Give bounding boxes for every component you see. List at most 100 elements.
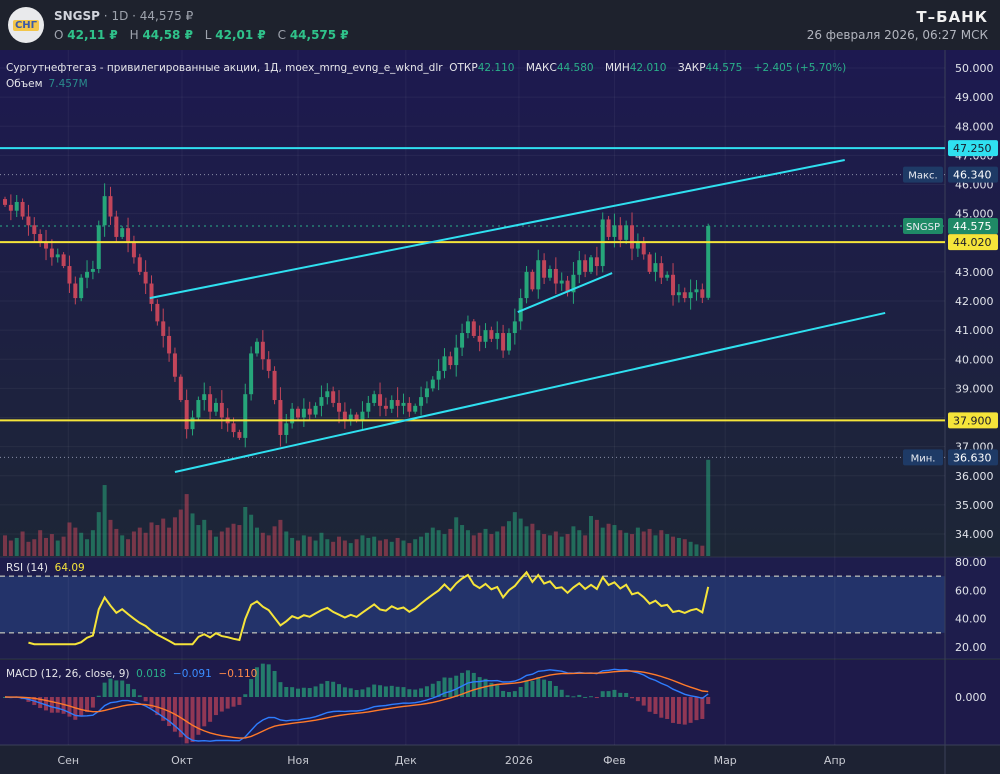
series-legend: Сургутнефтегаз - привилегированные акции… (6, 62, 854, 74)
candle-body (594, 257, 599, 267)
macd-histogram-bar (290, 687, 295, 697)
level-price-label: 47.250 (953, 142, 992, 155)
volume-bar (14, 537, 19, 556)
macd-histogram-bar (319, 683, 324, 697)
volume-bar (682, 539, 687, 556)
max-marker-value: 46.340 (953, 169, 992, 182)
volume-bar (378, 540, 383, 556)
volume-bar (149, 522, 154, 556)
chart-header: СНГ SNGSP · 1D · 44,575 ₽ O 42,11 ₽ H 44… (0, 0, 1000, 50)
interval[interactable]: 1D (111, 9, 128, 23)
macd-histogram-bar (524, 680, 529, 697)
volume-bar (407, 543, 412, 556)
macd-histogram-bar (79, 697, 84, 717)
volume-bar (366, 537, 371, 556)
volume-bar (360, 535, 365, 556)
volume-bar (559, 536, 564, 556)
candle-body (120, 228, 125, 237)
candle-body (161, 321, 166, 336)
candle-body (131, 242, 136, 258)
candle-body (460, 333, 465, 348)
candle-body (378, 394, 383, 406)
ticker-symbol[interactable]: SNGSP (54, 9, 100, 23)
candle-body (208, 394, 213, 412)
macd-histogram-bar (659, 697, 664, 718)
candle-body (442, 356, 447, 371)
candle-body (530, 271, 535, 290)
candle-body (307, 408, 312, 415)
macd-histogram-bar (249, 679, 254, 697)
candle-body (3, 199, 7, 205)
macd-histogram-bar (624, 692, 629, 697)
candle-body (67, 266, 72, 284)
candle-body (126, 228, 131, 243)
volume-bar (114, 528, 119, 556)
volume-bar (565, 534, 570, 556)
candle-body (383, 405, 388, 409)
volume-bar (301, 535, 306, 556)
volume-bar (313, 540, 318, 556)
volume-bar (694, 544, 699, 556)
macd-histogram-bar (630, 697, 635, 699)
candle-body (372, 394, 377, 403)
candle-body (143, 271, 148, 284)
macd-histogram-bar (325, 681, 330, 697)
macd-histogram-bar (665, 697, 670, 719)
macd-histogram-bar (190, 697, 195, 742)
volume-bar (307, 536, 312, 556)
volume-bar (172, 517, 177, 556)
macd-histogram-bar (120, 680, 125, 697)
level-price-label: 37.900 (953, 414, 992, 427)
volume-bar (85, 539, 90, 556)
ticker-line: SNGSP · 1D · 44,575 ₽ (54, 9, 194, 23)
macd-histogram-bar (577, 694, 582, 697)
macd-histogram-bar (682, 697, 687, 725)
volume-bar (536, 530, 541, 556)
price-tick-label: 41.000 (955, 324, 994, 337)
volume-bar (577, 530, 582, 556)
volume-bar (8, 540, 13, 556)
candle-body (395, 400, 400, 406)
candle-body (114, 216, 119, 237)
macd-legend: MACD (12, 26, close, 9) 0.018 −0.091 −0.… (6, 668, 257, 680)
macd-histogram-bar (430, 683, 435, 697)
candle-body (20, 201, 25, 217)
candle-body (8, 204, 13, 211)
candle-body (606, 219, 611, 237)
volume-bar (665, 534, 670, 556)
price-tick-label: 48.000 (955, 120, 994, 133)
volume-bar (524, 526, 529, 556)
volume-bar (225, 527, 230, 556)
macd-histogram-bar (501, 690, 506, 697)
volume-bar (436, 530, 441, 556)
min-marker-value: 36.630 (953, 451, 992, 464)
volume-bar (196, 525, 201, 556)
macd-histogram-bar (635, 697, 640, 702)
macd-histogram-bar (137, 695, 142, 697)
candle-body (524, 271, 529, 299)
macd-value: −0.091 (172, 668, 212, 680)
candle-body (137, 257, 142, 272)
volume-bar (460, 525, 465, 556)
candle-body (583, 260, 588, 272)
macd-histogram-bar (213, 697, 218, 716)
ohlc-readout: O 42,11 ₽ H 44,58 ₽ L 42,01 ₽ C 44,575 ₽ (54, 28, 357, 42)
price-chart[interactable]: 50.00049.00048.00047.00046.00045.00044.0… (0, 0, 1000, 774)
macd-histogram-bar (553, 685, 558, 697)
volume-bar (79, 532, 84, 556)
rsi-tick-label: 60.00 (955, 584, 987, 597)
candle-body (553, 268, 558, 284)
candle-body (249, 353, 254, 395)
volume-bar (237, 525, 242, 556)
candle-body (688, 292, 693, 299)
candle-body (79, 277, 84, 299)
volume-label: Объем (6, 78, 43, 90)
candle-body (266, 359, 271, 371)
macd-histogram-bar (653, 697, 658, 714)
max-marker-label: Макс. (908, 171, 937, 182)
candle-body (108, 196, 113, 217)
macd-histogram-bar (647, 697, 652, 712)
macd-histogram-bar (542, 679, 547, 697)
candle-body (202, 394, 207, 401)
candle-body (407, 402, 412, 412)
